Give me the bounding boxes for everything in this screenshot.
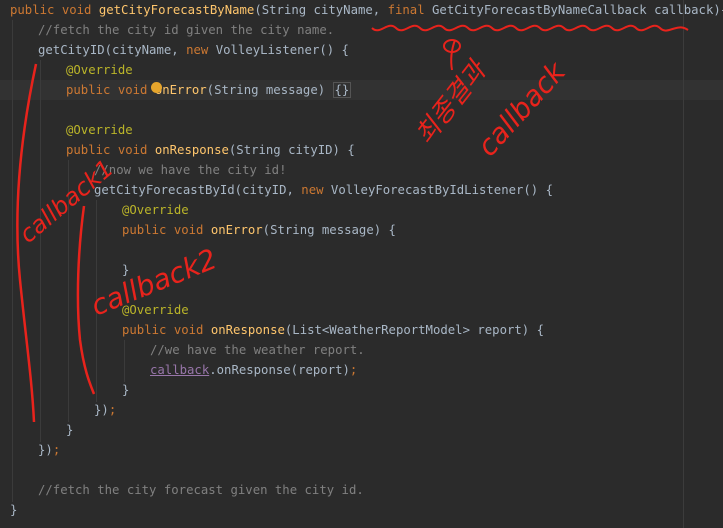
code-text: } [122, 383, 130, 397]
code-line[interactable]: //now we have the city id! [94, 160, 287, 180]
code-text: (String cityName, [254, 3, 388, 17]
code-line[interactable]: } [122, 260, 129, 280]
code-text: } [122, 263, 130, 277]
annotation: @Override [66, 123, 133, 137]
arrow-stem [450, 39, 456, 71]
comment: //fetch the city forecast given the city… [38, 483, 364, 497]
code-line[interactable]: //we have the weather report. [150, 340, 365, 360]
code-line[interactable]: public void onResponse(String cityID) { [66, 140, 355, 160]
code-text: .onResponse(report) [209, 363, 350, 377]
method-name: onResponse [154, 143, 229, 157]
bracket-callback2 [76, 205, 96, 395]
method-name: onResponse [210, 323, 285, 337]
code-line[interactable]: public void onError(String message) {} [66, 80, 352, 100]
method-name: onError [154, 83, 207, 97]
code-line[interactable]: } [66, 420, 73, 440]
code-line[interactable]: //fetch the city id given the city name. [38, 20, 334, 40]
code-text: }) [94, 403, 109, 417]
code-editor[interactable]: public void getCityForecastByName(String… [0, 0, 723, 528]
code-line[interactable]: getCityForecastById(cityID, new VolleyFo… [94, 180, 553, 200]
method-name: onError [210, 223, 263, 237]
comment: //now we have the city id! [94, 163, 287, 177]
code-text: } [66, 423, 74, 437]
keyword: public void [66, 83, 155, 97]
method-name: getCityForecastByName [98, 3, 255, 17]
code-line[interactable]: }); [38, 440, 60, 460]
keyword: final [387, 3, 433, 17]
keyword: new [186, 43, 216, 57]
annotation: @Override [122, 203, 189, 217]
code-text: VolleyForecastByIdListener() { [330, 183, 554, 197]
bracket-callback1 [16, 63, 38, 423]
semicolon: ; [108, 403, 117, 417]
code-text: (String cityID) { [228, 143, 355, 157]
code-line[interactable]: } [10, 500, 17, 520]
indent-guide [40, 60, 41, 442]
code-line[interactable]: @Override [66, 120, 133, 140]
keyword: public void [122, 323, 211, 337]
keyword: public void [10, 3, 99, 17]
code-line[interactable]: public void onResponse(List<WeatherRepor… [122, 320, 544, 340]
keyword: public void [66, 143, 155, 157]
code-line[interactable]: callback.onResponse(report); [150, 360, 357, 380]
right-margin-guide [683, 0, 684, 528]
code-line[interactable]: public void onError(String message) { [122, 220, 396, 240]
indent-guide [12, 20, 13, 502]
wavy-underline [371, 24, 689, 32]
code-text: GetCityForecastByNameCallback callback){ [432, 3, 723, 17]
code-line[interactable]: getCityID(cityName, new VolleyListener()… [38, 40, 349, 60]
annotation: @Override [122, 303, 189, 317]
semicolon: ; [52, 443, 61, 457]
folded-block[interactable]: {} [332, 82, 352, 98]
code-text: (List<WeatherReportModel> report) { [284, 323, 545, 337]
keyword: new [301, 183, 331, 197]
code-line[interactable]: @Override [122, 200, 189, 220]
annotation: @Override [66, 63, 133, 77]
code-line[interactable]: }); [94, 400, 116, 420]
code-line[interactable]: @Override [122, 300, 189, 320]
annotation-final-callback: callback [471, 54, 573, 163]
code-text: (String message) { [262, 223, 396, 237]
comment: //we have the weather report. [150, 343, 365, 357]
code-line[interactable]: //fetch the city forecast given the city… [38, 480, 364, 500]
lightbulb-icon[interactable] [151, 82, 162, 93]
code-line[interactable]: } [122, 380, 129, 400]
indent-guide [124, 340, 125, 382]
code-line[interactable]: @Override [66, 60, 133, 80]
code-line[interactable]: public void getCityForecastByName(String… [10, 0, 723, 20]
indent-guide [96, 200, 97, 402]
annotation-final-korean: 최종결과 [410, 55, 494, 151]
arrow-loop [443, 39, 461, 53]
code-text: }) [38, 443, 53, 457]
code-text: } [10, 503, 18, 517]
keyword: public void [122, 223, 211, 237]
field-reference[interactable]: callback [150, 363, 209, 377]
code-text: VolleyListener() { [215, 43, 349, 57]
semicolon: ; [349, 363, 358, 377]
code-text: getCityForecastById(cityID, [94, 183, 302, 197]
code-text: (String message) [206, 83, 333, 97]
comment: //fetch the city id given the city name. [38, 23, 335, 37]
code-text: getCityID(cityName, [38, 43, 187, 57]
indent-guide [68, 160, 69, 422]
